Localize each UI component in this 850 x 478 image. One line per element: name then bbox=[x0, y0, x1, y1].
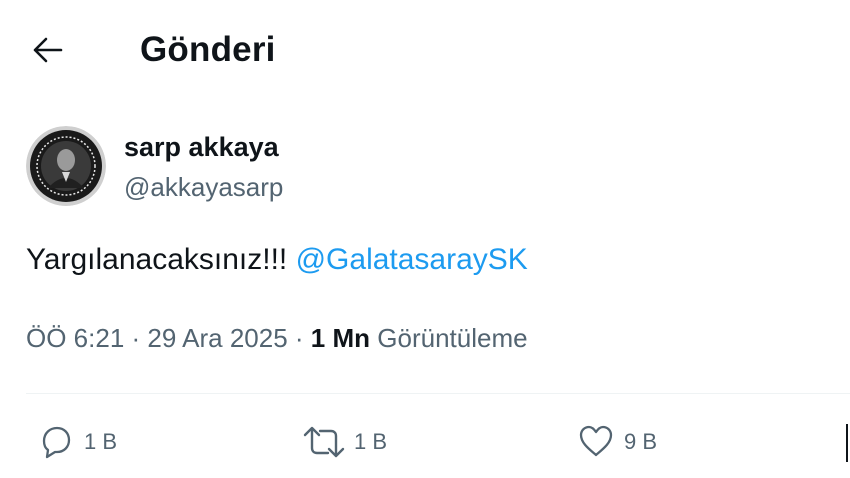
views-label: Görüntüleme bbox=[377, 323, 528, 353]
tweet-date[interactable]: 29 Ara 2025 bbox=[147, 323, 287, 353]
tweet-time[interactable]: ÖÖ 6:21 bbox=[26, 323, 124, 353]
back-button[interactable] bbox=[26, 28, 70, 72]
author-name[interactable]: sarp akkaya bbox=[124, 130, 279, 164]
tweet-body: Yargılanacaksınız!!! bbox=[26, 243, 288, 276]
bookmark-edge bbox=[846, 424, 848, 462]
page-header: Gönderi bbox=[0, 0, 850, 100]
avatar[interactable] bbox=[26, 126, 106, 206]
mention-link[interactable]: @GalatasaraySK bbox=[296, 243, 528, 276]
tweet-detail-page: Gönderi sarp akkaya @akkayasarp Yargılan… bbox=[0, 0, 850, 478]
like-count: 9 B bbox=[624, 429, 658, 454]
retweet-count: 1 B bbox=[354, 429, 388, 454]
like-button[interactable]: 9 B bbox=[576, 420, 657, 464]
arrow-left-icon bbox=[33, 37, 63, 63]
profile-photo bbox=[26, 126, 106, 206]
reply-button[interactable]: 1 B bbox=[36, 420, 117, 464]
divider bbox=[26, 393, 850, 394]
page-title: Gönderi bbox=[140, 30, 276, 69]
tweet-text: Yargılanacaksınız!!! @GalatasaraySK bbox=[26, 240, 528, 280]
retweet-button[interactable]: 1 B bbox=[302, 420, 387, 464]
reply-count: 1 B bbox=[84, 429, 118, 454]
reply-icon bbox=[42, 426, 71, 459]
meta-separator: · bbox=[131, 323, 141, 353]
author-handle[interactable]: @akkayasarp bbox=[124, 170, 283, 204]
tweet-meta: ÖÖ 6:21 · 29 Ara 2025 · 1 Mn Görüntüleme bbox=[26, 320, 528, 356]
views-count: 1 Mn bbox=[310, 323, 371, 353]
retweet-icon bbox=[303, 426, 345, 458]
meta-separator: · bbox=[294, 323, 304, 353]
heart-icon bbox=[579, 425, 613, 457]
